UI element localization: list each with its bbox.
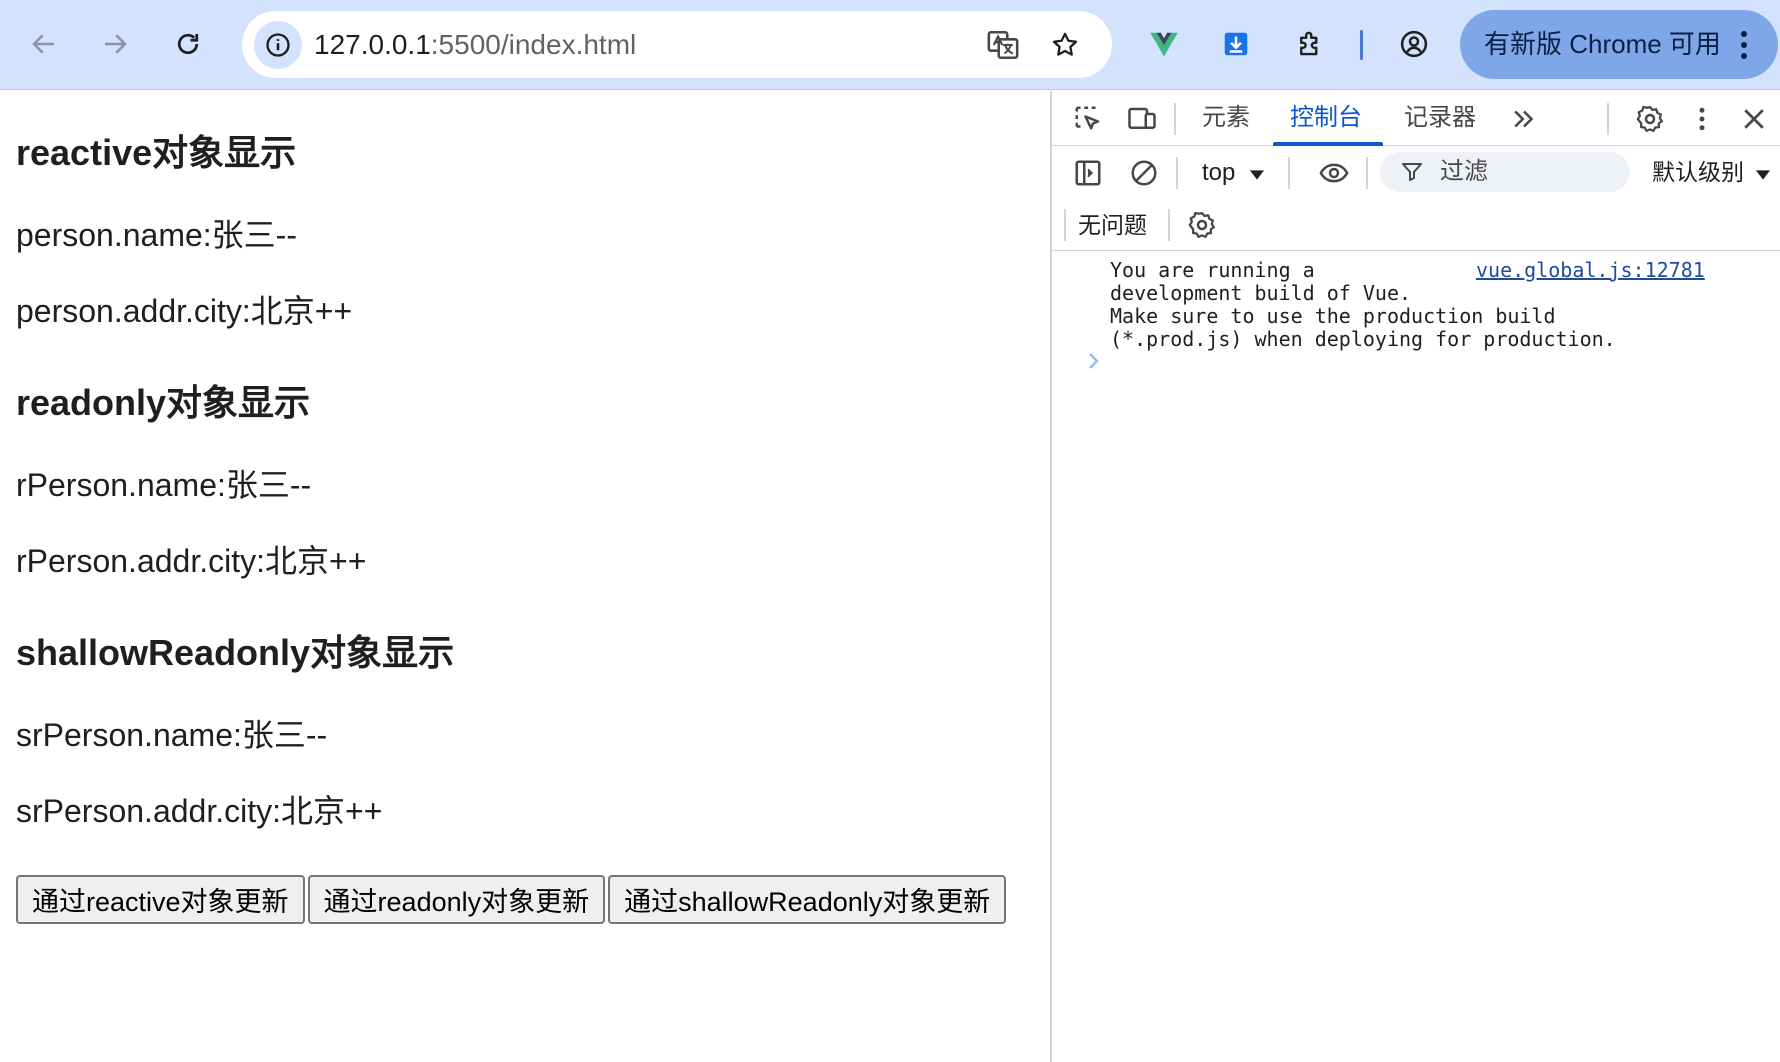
update-via-reactive-button[interactable]: 通过reactive对象更新 <box>16 875 305 924</box>
more-vert-icon[interactable] <box>1682 99 1722 139</box>
chrome-update-label: 有新版 Chrome 可用 <box>1484 29 1721 59</box>
toolbar-separator <box>1168 209 1170 241</box>
issues-bar: 无问题 <box>1052 199 1780 251</box>
filter-funnel-icon <box>1402 163 1422 181</box>
clear-console-icon[interactable] <box>1124 153 1164 193</box>
toolbar-separator <box>1176 157 1178 189</box>
devtools-tab-bar: 元素 控制台 记录器 <box>1052 91 1780 146</box>
section-heading-shallow-readonly: shallowReadonly对象显示 <box>16 632 455 673</box>
update-via-readonly-button[interactable]: 通过readonly对象更新 <box>307 875 606 924</box>
dropdown-arrow-icon <box>1756 170 1771 180</box>
close-icon[interactable] <box>1734 99 1774 139</box>
section-heading-readonly: readonly对象显示 <box>16 382 311 423</box>
more-vert-icon <box>1741 31 1747 59</box>
chrome-update-button[interactable]: 有新版 Chrome 可用 <box>1460 10 1778 79</box>
console-message-line: development build of Vue. <box>1110 281 1412 305</box>
url-text: 127.0.0.1:5500/index.html <box>314 27 636 63</box>
active-tab-indicator <box>1273 142 1383 146</box>
console-settings-gear-icon[interactable] <box>1182 205 1222 245</box>
toolbar-separator <box>1360 30 1363 60</box>
update-button-row: 通过reactive对象更新 通过readonly对象更新 通过shallowR… <box>16 875 1007 924</box>
extensions-puzzle-icon[interactable] <box>1286 20 1334 68</box>
log-levels-label: 默认级别 <box>1652 159 1744 185</box>
rperson-name-text: rPerson.name:张三-- <box>16 467 312 503</box>
console-prompt-chevron-icon[interactable] <box>1082 349 1106 373</box>
srperson-city-text: srPerson.addr.city:北京++ <box>16 793 383 829</box>
more-tabs-chevron-icon[interactable] <box>1504 99 1544 139</box>
tab-console[interactable]: 控制台 <box>1290 101 1362 135</box>
issues-count[interactable]: 无问题 <box>1078 209 1147 241</box>
sidebar-toggle-icon[interactable] <box>1068 153 1108 193</box>
translate-icon[interactable] <box>980 22 1026 68</box>
console-message-line: (*.prod.js) when deploying for productio… <box>1110 327 1616 351</box>
live-expression-eye-icon[interactable] <box>1314 153 1354 193</box>
update-via-shallow-readonly-button[interactable]: 通过shallowReadonly对象更新 <box>608 875 1007 924</box>
console-message-line: Make sure to use the production build <box>1110 304 1556 328</box>
device-toolbar-icon[interactable] <box>1122 99 1162 139</box>
filter-input[interactable]: 过滤 <box>1380 152 1630 192</box>
tab-separator <box>1174 103 1176 135</box>
filter-placeholder: 过滤 <box>1440 158 1488 185</box>
address-bar[interactable]: 127.0.0.1:5500/index.html <box>242 11 1112 78</box>
console-source-link[interactable]: vue.global.js:12781 <box>1476 259 1705 282</box>
vue-devtools-icon[interactable] <box>1140 20 1188 68</box>
person-city-text: person.addr.city:北京++ <box>16 293 353 329</box>
download-icon[interactable] <box>1212 20 1260 68</box>
devtools-panel: 元素 控制台 记录器 top 过滤 默认级别 无问题 You are runni… <box>1050 91 1780 1062</box>
settings-gear-icon[interactable] <box>1630 99 1670 139</box>
srperson-name-text: srPerson.name:张三-- <box>16 717 328 753</box>
url-path: :5500/index.html <box>430 29 637 60</box>
rperson-city-text: rPerson.addr.city:北京++ <box>16 543 367 579</box>
site-info-icon[interactable] <box>254 21 302 69</box>
forward-arrow-icon[interactable] <box>91 20 139 68</box>
bookmark-star-icon[interactable] <box>1042 22 1088 68</box>
toolbar-separator <box>1288 157 1290 189</box>
tab-elements[interactable]: 元素 <box>1202 101 1250 135</box>
browser-toolbar: 127.0.0.1:5500/index.html 有新版 Chrome 可用 <box>0 0 1780 90</box>
toolbar-separator <box>1064 209 1066 241</box>
dropdown-arrow-icon <box>1250 170 1265 180</box>
toolbar-separator <box>1366 157 1368 189</box>
reload-icon[interactable] <box>164 20 212 68</box>
url-host: 127.0.0.1 <box>314 29 431 60</box>
context-value: top <box>1202 159 1236 186</box>
person-name-text: person.name:张三-- <box>16 217 297 253</box>
profile-icon[interactable] <box>1390 20 1438 68</box>
page-content: reactive对象显示 person.name:张三-- person.add… <box>0 91 1050 1062</box>
inspect-element-icon[interactable] <box>1068 99 1108 139</box>
tab-recorder[interactable]: 记录器 <box>1404 101 1476 135</box>
back-arrow-icon[interactable] <box>20 20 68 68</box>
tab-separator <box>1607 103 1609 135</box>
context-selector[interactable]: top <box>1202 157 1265 189</box>
section-heading-reactive: reactive对象显示 <box>16 132 297 173</box>
log-levels-dropdown[interactable]: 默认级别 <box>1652 157 1771 187</box>
